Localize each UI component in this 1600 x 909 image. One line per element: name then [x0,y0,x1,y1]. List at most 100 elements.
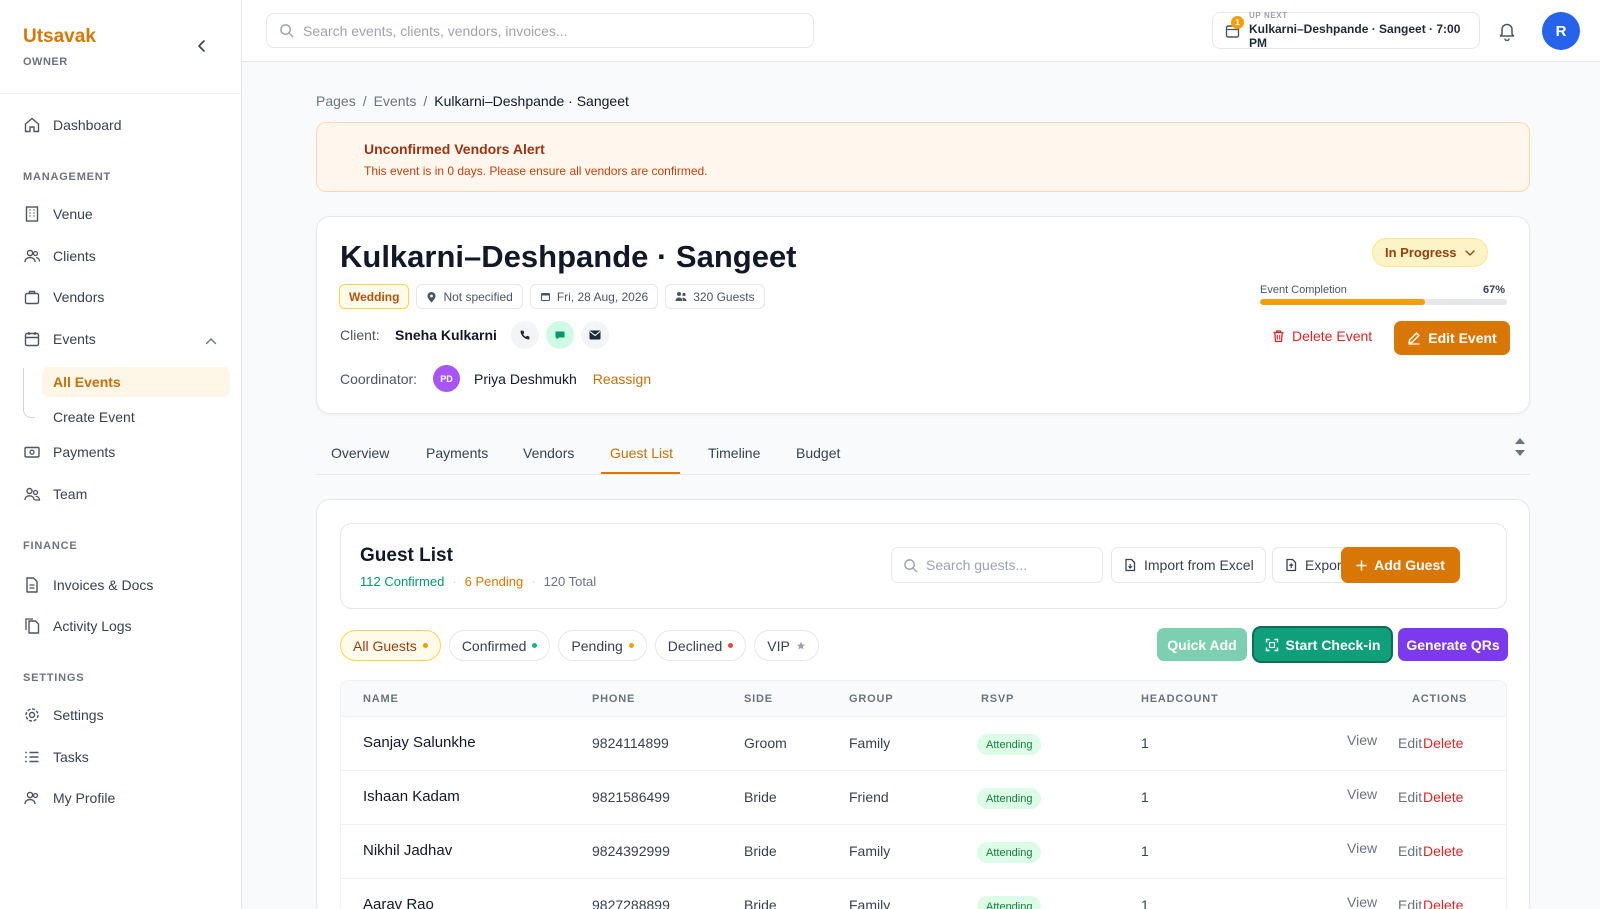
email-client-button[interactable] [580,321,609,349]
view-guest-button[interactable]: View [1347,840,1377,856]
guest-filters: All Guests Confirmed Pending Declined VI… [340,630,819,661]
date-value: Fri, 28 Aug, 2026 [556,289,649,304]
sidebar-subitem-create-event[interactable]: Create Event [53,409,135,425]
delete-guest-button[interactable]: Delete [1423,897,1463,909]
guests-value: 320 Guests [693,289,755,304]
sidebar-item-label: Team [53,486,88,502]
calendar-icon [24,332,40,347]
table-row: Nikhil Jadhav 9824392999 Bride Family Attend… [340,825,1507,879]
edit-guest-button[interactable]: Edit [1398,897,1422,909]
vendor-alert-banner: Unconfirmed Vendors Alert This event is … [316,122,1530,192]
edit-event-button[interactable]: Edit Event [1394,321,1510,355]
client-row: Client: Sneha Kulkarni [340,321,616,349]
delete-event-button[interactable]: Delete Event [1272,328,1372,344]
tab-budget[interactable]: Budget [796,445,840,461]
chevron-down-icon [1464,249,1475,256]
guests-chip: 320 Guests [665,284,765,309]
column-header-group: GROUP [849,693,894,705]
guest-side: Bride [744,789,777,805]
sidebar-item-label: Settings [53,707,104,723]
start-checkin-button[interactable]: Start Check-in [1254,628,1391,661]
quick-add-button[interactable]: Quick Add [1157,628,1247,661]
tab-timeline[interactable]: Timeline [708,445,760,461]
status-dropdown[interactable]: In Progress [1372,238,1488,267]
generate-qrs-button[interactable]: Generate QRs [1398,628,1508,661]
guest-group: Family [849,735,891,751]
sidebar-item-tasks[interactable]: Tasks [23,748,89,766]
tab-overview[interactable]: Overview [331,445,389,461]
sidebar-item-settings[interactable]: Settings [23,706,104,724]
filter-vip[interactable]: VIP [754,630,819,661]
sidebar-subitem-all-events[interactable]: All Events [42,367,230,397]
notifications-button[interactable] [1498,21,1516,46]
sidebar: Utsavak OWNER Dashboard MANAGEMENT Venue… [0,0,242,909]
sidebar-item-vendors[interactable]: Vendors [23,288,104,306]
view-guest-button[interactable]: View [1347,894,1377,909]
view-guest-button[interactable]: View [1347,732,1377,748]
guest-group: Family [849,897,891,909]
delete-guest-button[interactable]: Delete [1423,843,1463,859]
table-header: NAME PHONE SIDE GROUP RSVP HEADCOUNT ACT… [340,680,1507,717]
trash-icon [1273,330,1284,343]
delete-guest-button[interactable]: Delete [1423,735,1463,751]
user-avatar[interactable]: R [1542,12,1580,50]
view-guest-button[interactable]: View [1347,786,1377,802]
sidebar-item-clients[interactable]: Clients [23,247,96,265]
event-title: Kulkarni–Deshpande · Sangeet [340,239,797,274]
sidebar-item-dashboard[interactable]: Dashboard [23,116,122,134]
coordinator-row: Coordinator: PD Priya Deshmukh Reassign [340,365,651,392]
sidebar-item-activity[interactable]: Activity Logs [23,617,132,635]
tab-vendors[interactable]: Vendors [523,445,574,461]
sidebar-item-payments[interactable]: Payments [23,443,115,461]
caret-down-icon [1515,450,1525,456]
call-client-button[interactable] [510,321,539,349]
global-search-input[interactable] [303,22,793,39]
edit-guest-button[interactable]: Edit [1398,843,1422,859]
sidebar-item-invoices[interactable]: Invoices & Docs [23,576,153,594]
add-guest-label: Add Guest [1374,557,1445,573]
filter-pending[interactable]: Pending [558,630,647,661]
filter-all-guests[interactable]: All Guests [340,630,441,661]
add-guest-button[interactable]: Add Guest [1341,547,1460,583]
table-row: Sanjay Salunkhe 9824114899 Groom Family Atte… [340,717,1507,771]
team-icon [24,487,41,501]
column-header-phone: PHONE [592,693,636,705]
event-type-badge: Wedding [339,284,410,309]
collapse-sidebar-button[interactable] [194,38,210,54]
guest-side: Bride [744,843,777,859]
guest-phone: 9824392999 [592,843,670,859]
guest-side: Bride [744,897,777,909]
tab-payments[interactable]: Payments [426,445,488,461]
breadcrumb-pages[interactable]: Pages [316,93,356,109]
sidebar-item-label: Events [53,331,96,347]
guest-search-input[interactable] [926,557,1096,573]
guest-list-panel: Guest List 112 Confirmed · 6 Pending · 1… [316,499,1530,909]
sidebar-item-events[interactable]: Events [23,330,96,348]
alert-text: This event is in 0 days. Please ensure a… [364,164,708,178]
event-meta-chips: Wedding Not specified Fri, 28 Aug, 2026 … [339,284,765,309]
import-label: Import from Excel [1144,557,1254,573]
pending-count: 6 Pending [464,574,524,589]
sidebar-item-label: Clients [53,248,96,264]
breadcrumb-events[interactable]: Events [374,93,417,109]
edit-guest-button[interactable]: Edit [1398,735,1422,751]
delete-guest-button[interactable]: Delete [1423,789,1463,805]
filter-confirmed[interactable]: Confirmed [448,630,551,661]
whatsapp-client-button[interactable] [545,321,574,349]
filter-declined[interactable]: Declined [654,630,747,661]
global-search [266,13,814,48]
breadcrumb-separator: / [362,93,367,109]
column-header-name: NAME [363,693,399,705]
reassign-link[interactable]: Reassign [593,371,651,387]
sidebar-item-venue[interactable]: Venue [23,205,93,223]
up-next-widget[interactable]: 1 UP NEXT Kulkarni–Deshpande · Sangeet ·… [1212,11,1480,50]
import-excel-button[interactable]: Import from Excel [1111,547,1266,583]
breadcrumb: Pages / Events / Kulkarni–Deshpande · Sa… [316,93,629,109]
tab-guest-list[interactable]: Guest List [610,445,673,461]
edit-guest-button[interactable]: Edit [1398,789,1422,805]
venue-chip: Not specified [416,284,523,309]
sidebar-item-team[interactable]: Team [23,485,87,503]
tabs-scroll-control[interactable] [1514,437,1526,457]
sidebar-item-profile[interactable]: My Profile [23,789,115,807]
guest-phone: 9824114899 [592,735,669,751]
